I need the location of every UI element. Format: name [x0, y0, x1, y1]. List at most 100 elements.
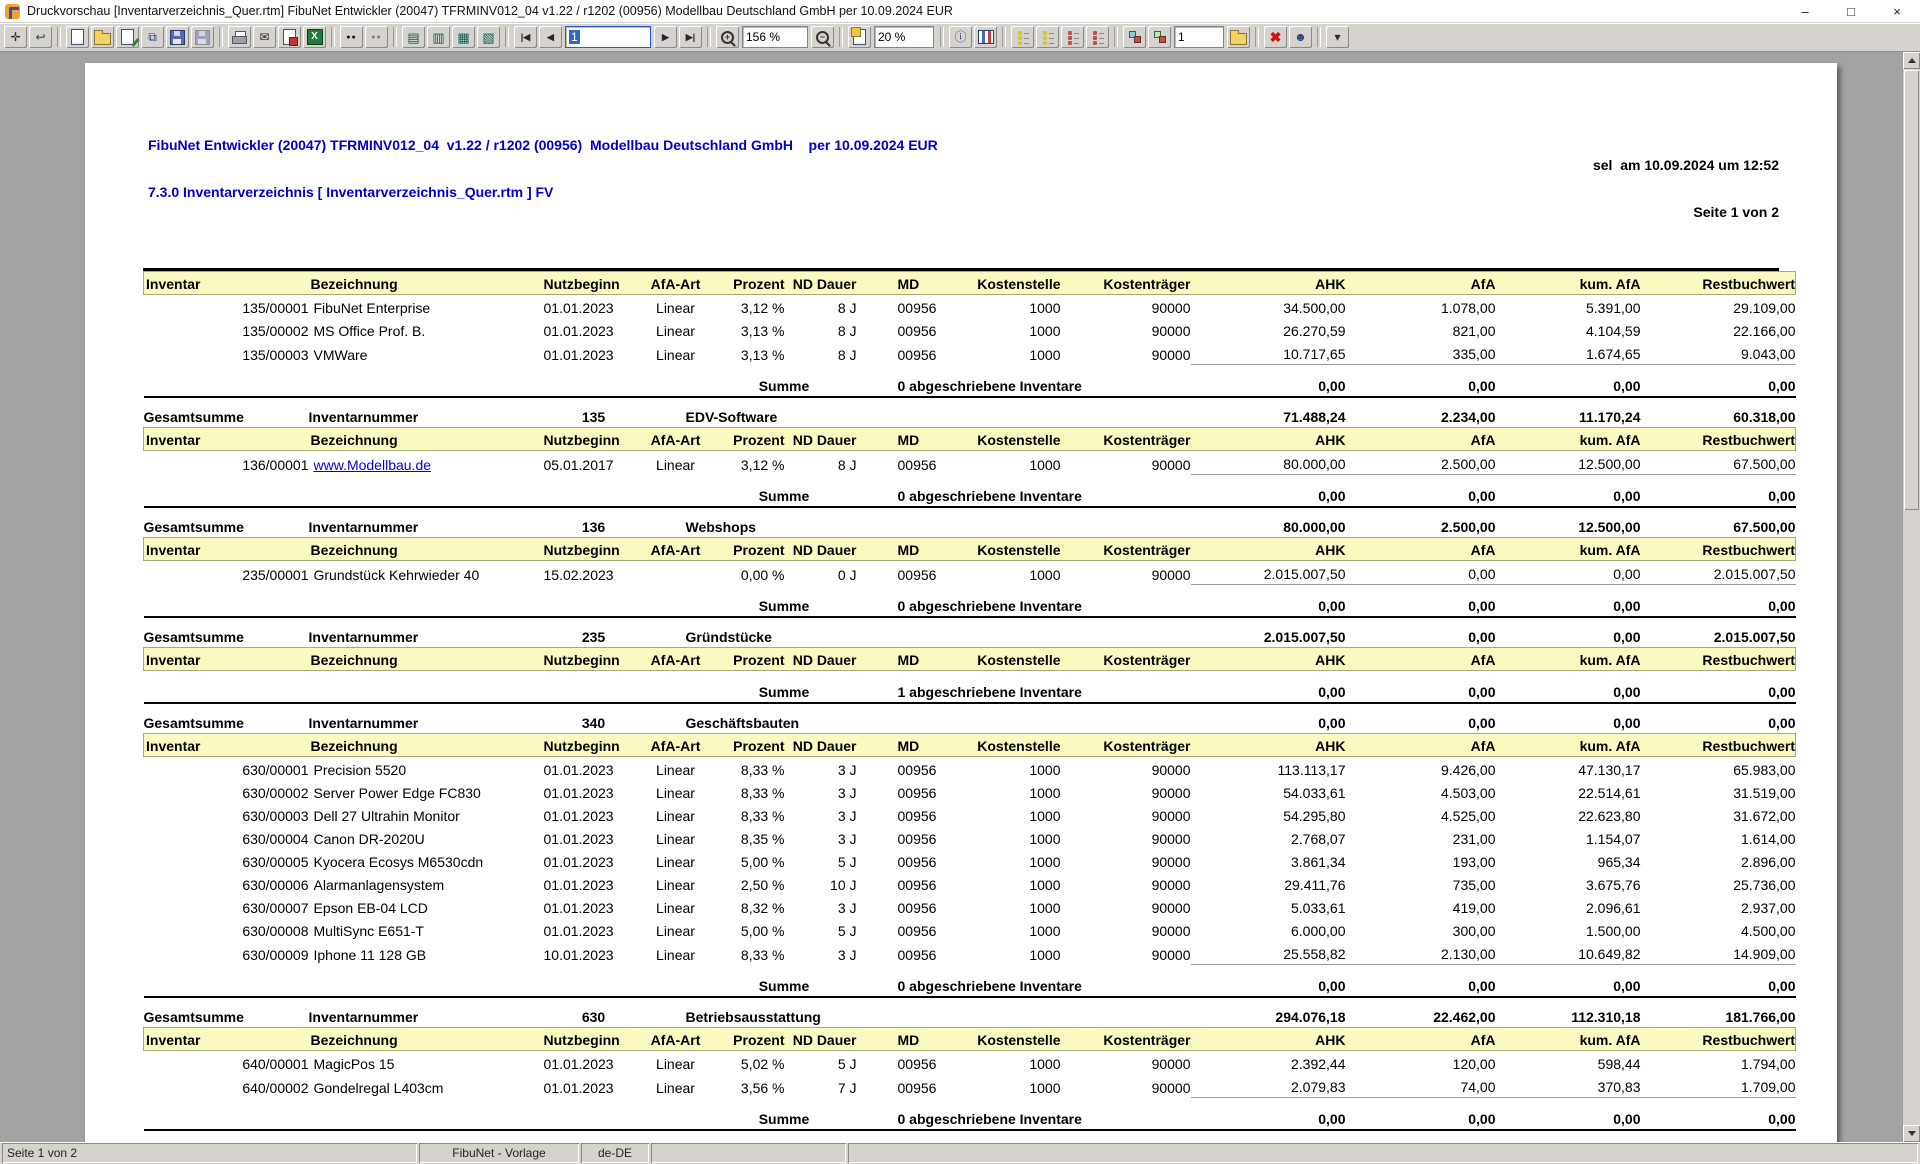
- thumbnail-page-icon: [853, 29, 866, 45]
- save-button[interactable]: [166, 26, 189, 48]
- group-name: Geschäftsbauten: [644, 703, 943, 734]
- inventory-cell: 9.043,00: [1641, 341, 1796, 365]
- inventory-cell: Alarmanlagensystem: [309, 872, 544, 895]
- user-button[interactable]: ☻: [1289, 26, 1312, 48]
- last-page-button[interactable]: ▶|: [679, 26, 702, 48]
- maximize-button[interactable]: □: [1828, 0, 1874, 22]
- print-button[interactable]: [228, 26, 251, 48]
- gesamtsumme-label: Gesamtsumme: [144, 617, 309, 648]
- inventory-cell: Linear: [644, 1074, 708, 1098]
- close-preview-button[interactable]: ✖: [1264, 26, 1287, 48]
- new-report-button[interactable]: [66, 26, 89, 48]
- inventory-cell: 15.02.2023: [544, 561, 644, 585]
- inventory-cell: 1000: [943, 318, 1061, 341]
- collapse-tree-red-button[interactable]: [1086, 26, 1109, 48]
- inventory-cell: FibuNet Enterprise: [309, 295, 544, 319]
- drill-down-button[interactable]: [1123, 26, 1146, 48]
- next-page-button[interactable]: ▶: [654, 26, 677, 48]
- group-number: 135: [544, 397, 644, 428]
- gesamtsumme-value: 60.318,00: [1641, 397, 1796, 428]
- column-header: ND Dauer: [787, 1028, 861, 1051]
- open-report-button[interactable]: [91, 26, 114, 48]
- gesamtsumme-value: 2.234,00: [1346, 397, 1496, 428]
- inventory-cell: 25.736,00: [1641, 872, 1796, 895]
- column-header: Kostenträger: [1061, 1028, 1191, 1051]
- pan-button[interactable]: ✛: [4, 26, 27, 48]
- inventory-row: 235/00001Grundstück Kehrwieder 4015.02.2…: [144, 561, 1796, 585]
- report-page-info: Seite 1 von 2: [1593, 205, 1779, 221]
- toolbar-separator: [393, 27, 397, 47]
- page-setup-button[interactable]: [116, 26, 139, 48]
- view-two-pages-button[interactable]: ▦: [452, 26, 475, 48]
- column-header: Kostenstelle: [943, 648, 1061, 671]
- summe-value: 0,00: [1346, 1098, 1496, 1131]
- binoculars-icon: ●●: [346, 34, 356, 41]
- inventory-cell: 01.01.2023: [544, 295, 644, 319]
- inventory-cell: 00956: [861, 780, 943, 803]
- first-page-button[interactable]: |◀: [514, 26, 537, 48]
- column-setup-button[interactable]: [974, 26, 997, 48]
- group-number: 640: [544, 1130, 644, 1142]
- toolbar-overflow-button[interactable]: ▾: [1326, 26, 1349, 48]
- zoom-in-button[interactable]: [716, 26, 739, 48]
- load-layout-button[interactable]: [1227, 26, 1250, 48]
- expand-tree-red-button[interactable]: [1061, 26, 1084, 48]
- copy-page-button[interactable]: ⧉: [141, 26, 164, 48]
- report-header-line1: FibuNet Entwickler (20047) TFRMINV012_04…: [148, 138, 938, 154]
- gesamtsumme-label: Gesamtsumme: [144, 997, 309, 1028]
- column-header: Nutzbeginn: [544, 272, 644, 295]
- save-as-button[interactable]: [191, 26, 214, 48]
- scroll-down-arrow[interactable]: [1903, 1125, 1920, 1142]
- scrollbar-thumb[interactable]: [1904, 70, 1919, 510]
- view-two-pages-icon: ▦: [457, 31, 469, 44]
- column-header: Kostenträger: [1061, 734, 1191, 757]
- minimize-button[interactable]: –: [1782, 0, 1828, 22]
- inventory-cell: 90000: [1061, 872, 1191, 895]
- inventory-cell: Linear: [644, 318, 708, 341]
- export-button[interactable]: [278, 26, 301, 48]
- summe-value: 0,00: [1191, 1098, 1346, 1131]
- modellbau-link[interactable]: www.Modellbau.de: [314, 457, 432, 473]
- copies-input[interactable]: 1: [1174, 26, 1224, 48]
- email-button[interactable]: ✉: [253, 26, 276, 48]
- prev-page-button[interactable]: ◀: [539, 26, 562, 48]
- search-next-button[interactable]: ●●: [365, 26, 388, 48]
- summe-value: 0,00: [1346, 365, 1496, 398]
- inventory-cell: 47.130,17: [1496, 757, 1641, 781]
- summe-row: Summe0 abgeschriebene Inventare0,000,000…: [144, 965, 1796, 998]
- inventory-cell: 2.500,00: [1346, 451, 1496, 475]
- prev-page-icon: ◀: [547, 33, 554, 42]
- info-button[interactable]: ⓘ: [949, 26, 972, 48]
- vertical-scrollbar[interactable]: [1902, 52, 1920, 1142]
- inventory-cell: 2.392,44: [1191, 1051, 1346, 1075]
- view-whole-page-button[interactable]: ▤: [402, 26, 425, 48]
- close-button[interactable]: ×: [1874, 0, 1920, 22]
- inventory-cell: 90000: [1061, 826, 1191, 849]
- zoom-out-button[interactable]: [811, 26, 834, 48]
- column-header: Restbuchwert: [1641, 538, 1796, 561]
- inventory-cell: 90000: [1061, 941, 1191, 965]
- exit-preview-button[interactable]: ↩: [29, 26, 52, 48]
- inventory-cell: 90000: [1061, 849, 1191, 872]
- scroll-up-arrow[interactable]: [1903, 52, 1920, 69]
- excel-export-button[interactable]: X: [303, 26, 326, 48]
- inventory-cell: 3.675,76: [1496, 872, 1641, 895]
- view-thumbnails-button[interactable]: ▧: [477, 26, 500, 48]
- thumb-zoom-input[interactable]: 20 %: [874, 26, 934, 48]
- page-number-input[interactable]: 1: [565, 26, 651, 48]
- summe-count: 0 abgeschriebene Inventare: [861, 365, 1191, 398]
- gesamtsumme-row: GesamtsummeInventarnummer135EDV-Software…: [144, 397, 1796, 428]
- zoom-level-input[interactable]: 156 %: [742, 26, 808, 48]
- summe-spacer: [144, 671, 708, 704]
- drill-up-button[interactable]: [1148, 26, 1171, 48]
- inventory-cell: 54.295,80: [1191, 803, 1346, 826]
- column-header: Kostenstelle: [943, 734, 1061, 757]
- view-page-width-button[interactable]: ▥: [427, 26, 450, 48]
- search-button[interactable]: ●●: [340, 26, 363, 48]
- thumbnails-button[interactable]: [848, 26, 871, 48]
- expand-tree-button[interactable]: [1011, 26, 1034, 48]
- inventory-cell: 90000: [1061, 757, 1191, 781]
- inventory-number-cell: 630/00005: [144, 849, 309, 872]
- collapse-tree-button[interactable]: [1036, 26, 1059, 48]
- inventory-cell: 1.500,00: [1496, 918, 1641, 941]
